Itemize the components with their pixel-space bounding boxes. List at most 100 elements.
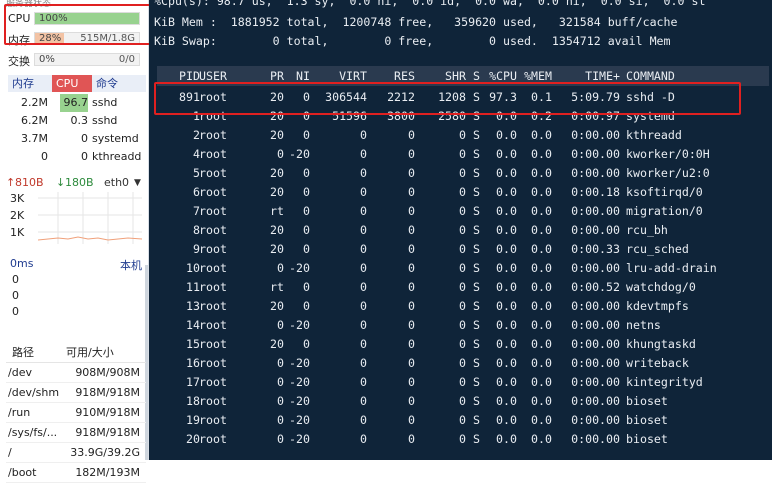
table-row[interactable]: 5 root 20 0 0 0 0 S 0.0 0.0 0:00.00 kworker/u2:0 bbox=[149, 166, 772, 185]
table-row[interactable]: 7 root rt 0 0 0 0 S 0.0 0.0 0:00.00 migration/0 bbox=[149, 204, 772, 223]
row-shr: 2580 bbox=[438, 109, 466, 123]
table-row[interactable]: 1 root 20 0 51596 3800 2580 S 0.0 0.2 0:00.97 syste… bbox=[149, 109, 772, 128]
row-mem: 0.0 bbox=[531, 337, 552, 351]
row-state: S bbox=[473, 280, 480, 294]
row-shr: 0 bbox=[459, 147, 466, 161]
row-pr: 20 bbox=[270, 185, 284, 199]
disk-usage: 908M/908M bbox=[75, 366, 140, 379]
row-user: root bbox=[199, 337, 227, 351]
table-row[interactable]: 6 root 20 0 0 0 0 S 0.0 0.0 0:00.18 ksoftirqd/0 bbox=[149, 185, 772, 204]
disk-path: /boot bbox=[8, 466, 37, 479]
row-ni: 0 bbox=[303, 223, 310, 237]
row-time: 0:00.00 bbox=[571, 375, 620, 389]
row-pr: 0 bbox=[277, 147, 284, 161]
table-row[interactable]: 11 root rt 0 0 0 0 S 0.0 0.0 0:00.52 watchdog/0 bbox=[149, 280, 772, 299]
col-res: RES bbox=[394, 69, 415, 83]
process-mem: 2.2M bbox=[21, 96, 48, 109]
tab-command[interactable]: 命令 bbox=[92, 75, 146, 92]
table-row[interactable]: 4 root 0 -20 0 0 0 S 0.0 0.0 0:00.00 kworker/0:0H bbox=[149, 147, 772, 166]
table-row[interactable]: 15 root 20 0 0 0 0 S 0.0 0.0 0:00.00 khungtaskd bbox=[149, 337, 772, 356]
table-row[interactable]: 9 root 20 0 0 0 0 S 0.0 0.0 0:00.33 rcu_sched bbox=[149, 242, 772, 261]
process-list: 2.2M 96.7 sshd 6.2M 0.3 sshd 3.7M 0 syst… bbox=[8, 94, 146, 166]
list-item[interactable]: 6.2M 0.3 sshd bbox=[8, 112, 146, 130]
table-row[interactable]: 8 root 20 0 0 0 0 S 0.0 0.0 0:00.00 rcu_bh bbox=[149, 223, 772, 242]
row-res: 0 bbox=[408, 413, 415, 427]
table-row[interactable]: 10 root 0 -20 0 0 0 S 0.0 0.0 0:00.00 lru-add-drain bbox=[149, 261, 772, 280]
row-pid: 18 bbox=[186, 394, 200, 408]
col-pr: PR bbox=[270, 69, 284, 83]
row-user: root bbox=[199, 375, 227, 389]
row-mem: 0.0 bbox=[531, 432, 552, 446]
row-cpu: 0.0 bbox=[496, 318, 517, 332]
row-virt: 0 bbox=[360, 432, 367, 446]
row-virt: 0 bbox=[360, 185, 367, 199]
row-ni: 0 bbox=[303, 166, 310, 180]
list-item[interactable]: 0 0 kthreadd bbox=[8, 148, 146, 166]
row-command: kintegrityd bbox=[626, 375, 703, 389]
table-row[interactable]: 14 root 0 -20 0 0 0 S 0.0 0.0 0:00.00 netns bbox=[149, 318, 772, 337]
terminal-window[interactable]: %Cpu(s): 98.7 us, 1.3 sy, 0.0 ni, 0.0 id… bbox=[149, 0, 772, 460]
network-graph bbox=[38, 192, 142, 244]
row-state: S bbox=[473, 356, 480, 370]
chevron-down-icon[interactable]: ▼ bbox=[134, 178, 141, 188]
table-row[interactable]: 16 root 0 -20 0 0 0 S 0.0 0.0 0:00.00 writeback bbox=[149, 356, 772, 375]
tab-cpu[interactable]: CPU bbox=[52, 75, 92, 92]
row-virt: 0 bbox=[360, 128, 367, 142]
row-pid: 10 bbox=[186, 261, 200, 275]
row-cpu: 97.3 bbox=[489, 90, 517, 104]
table-row[interactable]: 2 root 20 0 0 0 0 S 0.0 0.0 0:00.00 kthreadd bbox=[149, 128, 772, 147]
row-cpu: 0.0 bbox=[496, 432, 517, 446]
row-ni: 0 bbox=[303, 204, 310, 218]
network-tick: 1K bbox=[10, 226, 25, 239]
row-time: 0:00.00 bbox=[571, 413, 620, 427]
row-mem: 0.0 bbox=[531, 280, 552, 294]
table-row[interactable]: 891 root 20 0 306544 2212 1208 S 97.3 0.1 5:09.79 s… bbox=[149, 90, 772, 109]
table-row: / 33.9G/39.2G bbox=[6, 443, 146, 463]
table-row[interactable]: 17 root 0 -20 0 0 0 S 0.0 0.0 0:00.00 kintegrityd bbox=[149, 375, 772, 394]
table-row[interactable]: 13 root 20 0 0 0 0 S 0.0 0.0 0:00.00 kdevtmpfs bbox=[149, 299, 772, 318]
network-interface-select[interactable]: eth0 bbox=[104, 176, 129, 189]
row-mem: 0.0 bbox=[531, 242, 552, 256]
row-time: 0:00.52 bbox=[571, 280, 620, 294]
process-mem: 6.2M bbox=[21, 114, 48, 127]
tab-memory[interactable]: 内存 bbox=[8, 75, 52, 92]
row-command: migration/0 bbox=[626, 204, 703, 218]
row-user: root bbox=[199, 223, 227, 237]
col-pid: PID bbox=[179, 69, 200, 83]
disk-path: /dev bbox=[8, 366, 32, 379]
table-row[interactable]: 20 root 0 -20 0 0 0 S 0.0 0.0 0:00.00 bioset bbox=[149, 432, 772, 451]
row-shr: 0 bbox=[459, 375, 466, 389]
row-ni: -20 bbox=[289, 147, 310, 161]
row-pr: 20 bbox=[270, 242, 284, 256]
row-pr: 0 bbox=[277, 432, 284, 446]
row-user: root bbox=[199, 166, 227, 180]
row-cpu: 0.0 bbox=[496, 280, 517, 294]
cpu-percent: 100% bbox=[39, 13, 68, 24]
row-command: bioset bbox=[626, 394, 668, 408]
table-row[interactable]: 18 root 0 -20 0 0 0 S 0.0 0.0 0:00.00 bioset bbox=[149, 394, 772, 413]
list-item[interactable]: 3.7M 0 systemd bbox=[8, 130, 146, 148]
disk-usage: 918M/918M bbox=[75, 426, 140, 439]
row-virt: 0 bbox=[360, 204, 367, 218]
latency-host[interactable]: 本机 bbox=[120, 257, 142, 273]
row-virt: 0 bbox=[360, 223, 367, 237]
row-res: 0 bbox=[408, 204, 415, 218]
row-ni: 0 bbox=[303, 128, 310, 142]
row-virt: 0 bbox=[360, 147, 367, 161]
row-pid: 13 bbox=[186, 299, 200, 313]
latency-value: 0 bbox=[12, 273, 19, 286]
table-row: /sys/fs/... 918M/918M bbox=[6, 423, 146, 443]
disk-usage: 910M/918M bbox=[75, 406, 140, 419]
list-item[interactable]: 2.2M 96.7 sshd bbox=[8, 94, 146, 112]
row-user: root bbox=[199, 185, 227, 199]
row-res: 0 bbox=[408, 299, 415, 313]
row-command: watchdog/0 bbox=[626, 280, 696, 294]
row-ni: 0 bbox=[303, 299, 310, 313]
row-mem: 0.0 bbox=[531, 356, 552, 370]
row-res: 0 bbox=[408, 280, 415, 294]
row-virt: 51596 bbox=[332, 109, 367, 123]
row-mem: 0.0 bbox=[531, 204, 552, 218]
table-row[interactable]: 19 root 0 -20 0 0 0 S 0.0 0.0 0:00.00 bioset bbox=[149, 413, 772, 432]
row-res: 0 bbox=[408, 185, 415, 199]
row-res: 0 bbox=[408, 318, 415, 332]
